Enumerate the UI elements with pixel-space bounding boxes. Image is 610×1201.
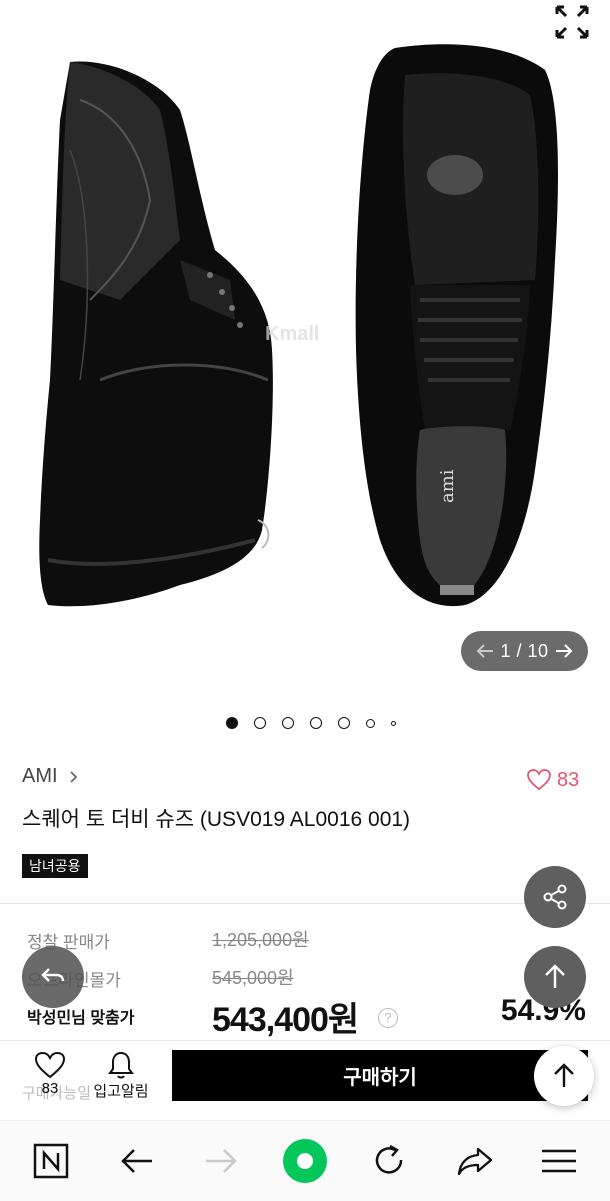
list-price: 1,205,000원 [212,930,309,950]
brand-link[interactable]: AMI [22,765,82,788]
counter-total: 10 [527,640,549,661]
naver-home-button[interactable] [28,1138,74,1184]
share-button[interactable] [524,866,586,928]
hamburger-menu-icon [542,1149,576,1173]
watermark: Kmall [265,323,319,345]
member-price: 543,400원 [212,1001,359,1039]
brand-name: AMI [22,765,58,787]
product-gallery[interactable]: ami Kmall [0,0,610,700]
browser-menu-button[interactable] [536,1138,582,1184]
like-count: 83 [557,768,580,791]
expand-icon [555,5,589,39]
fullscreen-button[interactable] [548,0,596,44]
arrow-left-icon [121,1149,152,1173]
buy-button[interactable]: 구매하기 [172,1050,588,1101]
browser-share-button[interactable] [452,1138,498,1184]
arrow-up-icon [545,964,565,988]
browser-back-button[interactable] [114,1138,160,1184]
arrow-up-icon [554,1063,574,1087]
green-circle-icon [283,1139,327,1183]
next-image-arrow-icon[interactable] [554,643,574,659]
image-counter: 1 / 10 [461,631,588,671]
prev-image-arrow-icon[interactable] [475,643,495,659]
unisex-badge: 남녀공용 [22,854,88,878]
like-button[interactable]: 83 [526,768,579,792]
share-arrow-icon [457,1147,493,1176]
member-price-label: 박성민님 맞춤가 [27,1010,135,1027]
pagination-dot[interactable] [282,717,294,729]
bottom-like-button[interactable]: 83 [28,1050,72,1097]
pagination-dot-active[interactable] [226,717,238,729]
bottom-like-count: 83 [41,1080,59,1097]
restock-alert-label: 입고알림 [93,1083,149,1100]
restock-alert-button[interactable]: 입고알림 [86,1050,156,1101]
heart-icon [34,1051,66,1079]
product-title: 스퀘어 토 더비 슈즈 (USV019 AL0016 001) [22,808,411,831]
undo-arrow-icon [41,968,65,982]
counter-current: 1 [500,640,511,661]
share-icon [543,884,567,910]
naver-n-icon [33,1143,69,1179]
scroll-top-light-button[interactable] [534,1046,594,1106]
pagination-dot[interactable] [338,717,350,729]
offline-price: 545,000원 [212,968,294,988]
heart-icon [527,769,551,791]
pagination-dot[interactable] [366,718,375,728]
bell-icon [108,1051,134,1079]
help-icon[interactable]: ? [378,1008,398,1028]
browser-forward-button[interactable] [198,1138,244,1184]
gallery-pagination [226,715,426,731]
arrow-right-icon [206,1149,237,1173]
back-float-button[interactable] [22,946,84,1008]
browser-refresh-button[interactable] [366,1138,412,1184]
pagination-dot[interactable] [310,717,322,729]
divider [0,903,610,904]
refresh-icon [375,1144,403,1174]
scroll-top-button[interactable] [524,946,586,1008]
product-image: ami Kmall [39,44,558,607]
pagination-dot[interactable] [254,717,266,729]
chevron-right-icon [69,770,77,783]
pagination-dot[interactable] [391,720,396,726]
counter-separator: / [516,640,522,661]
insole-logo: ami [437,469,458,503]
browser-home-button[interactable] [282,1138,328,1184]
